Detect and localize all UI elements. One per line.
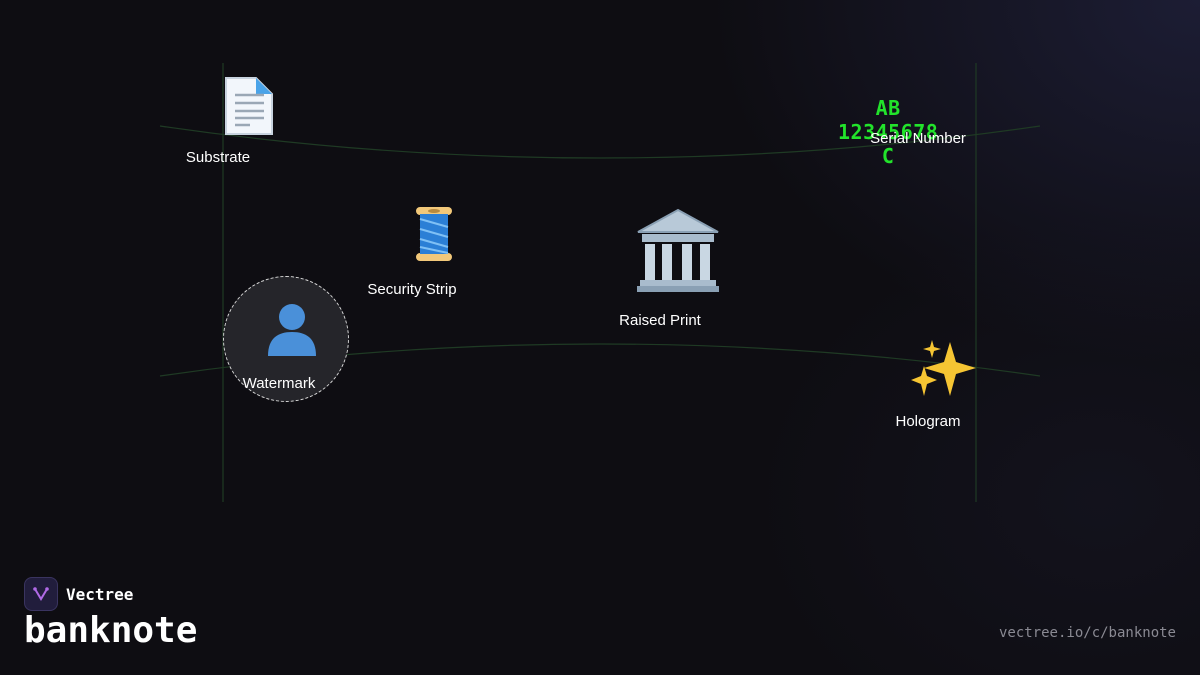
document-icon — [225, 77, 273, 135]
substrate-label: Substrate — [185, 149, 251, 166]
banknote-outline — [159, 63, 1041, 502]
raised-print-label: Raised Print — [619, 312, 701, 329]
brand: Vectree — [24, 577, 133, 611]
classical-building-icon — [637, 208, 719, 292]
hologram-label: Hologram — [895, 413, 961, 430]
vectree-logo-icon — [24, 577, 58, 611]
source-url: vectree.io/c/banknote — [998, 625, 1176, 641]
watermark-label: Watermark — [242, 375, 316, 392]
page-title: banknote — [24, 610, 198, 651]
serial-number-label: Serial Number — [870, 130, 966, 147]
brand-name: Vectree — [66, 584, 134, 604]
person-silhouette-icon — [268, 304, 316, 356]
spool-of-thread-icon — [416, 207, 452, 261]
security-strip-label: Security Strip — [367, 281, 457, 298]
sparkles-icon — [911, 340, 976, 396]
